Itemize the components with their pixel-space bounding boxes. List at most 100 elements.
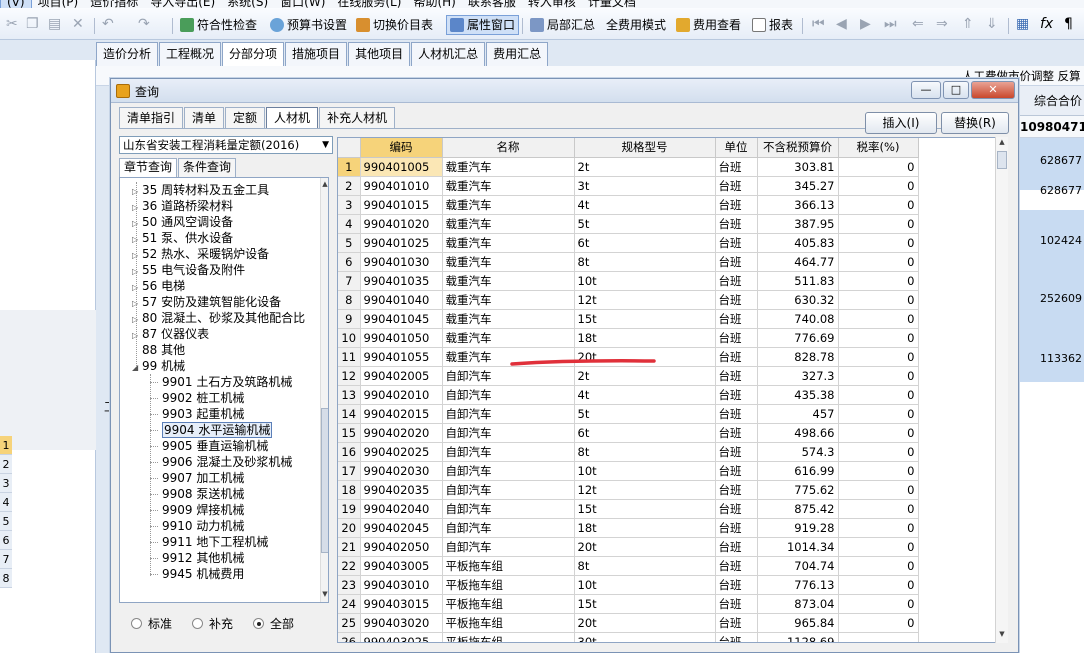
- table-cell[interactable]: 387.95: [757, 214, 839, 234]
- table-cell[interactable]: 990401030: [360, 252, 443, 272]
- table-row[interactable]: 18 990402035 自卸汽车 12t 台班 775.62 0: [338, 480, 919, 500]
- table-cell[interactable]: 台班: [715, 518, 758, 538]
- table-cell[interactable]: 载重汽车: [442, 214, 575, 234]
- table-cell[interactable]: 776.13: [757, 575, 839, 595]
- table-cell[interactable]: 18t: [574, 328, 716, 348]
- table-cell[interactable]: 740.08: [757, 309, 839, 329]
- dialog-titlebar[interactable]: 查询 — □ ✕: [111, 79, 1018, 103]
- table-row[interactable]: 8 990401040 载重汽车 12t 台班 630.32 0: [338, 290, 919, 310]
- menu-item[interactable]: 导入导出(E): [144, 0, 221, 8]
- table-row[interactable]: 16 990402025 自卸汽车 8t 台班 574.3 0: [338, 442, 919, 462]
- table-cell[interactable]: 载重汽车: [442, 271, 575, 291]
- table-cell[interactable]: 台班: [715, 499, 758, 519]
- table-cell[interactable]: 0: [838, 461, 919, 481]
- table-cell[interactable]: 5t: [574, 404, 716, 424]
- menu-item[interactable]: 项目(P): [32, 0, 85, 8]
- menu-item[interactable]: (V): [0, 0, 32, 8]
- query-tab[interactable]: 清单: [184, 107, 225, 129]
- table-cell[interactable]: 台班: [715, 195, 758, 215]
- move-up-icon[interactable]: ⇑: [962, 16, 974, 32]
- table-row[interactable]: 14 990402015 自卸汽车 5t 台班 457 0: [338, 404, 919, 424]
- menu-item[interactable]: 系统(S): [221, 0, 274, 8]
- table-cell[interactable]: 0: [838, 423, 919, 443]
- column-header[interactable]: 不含税预算价: [757, 138, 839, 158]
- table-cell[interactable]: 990401055: [360, 347, 443, 367]
- table-cell[interactable]: 0: [838, 290, 919, 310]
- table-cell[interactable]: 990402045: [360, 518, 443, 538]
- scroll-down-icon[interactable]: ▼: [321, 590, 328, 598]
- table-row[interactable]: 20 990402045 自卸汽车 18t 台班 919.28 0: [338, 518, 919, 538]
- table-cell[interactable]: 台班: [715, 290, 758, 310]
- table-cell[interactable]: 990402025: [360, 442, 443, 462]
- table-cell[interactable]: 990401025: [360, 233, 443, 253]
- table-cell[interactable]: 自卸汽车: [442, 442, 575, 462]
- table-cell[interactable]: 台班: [715, 404, 758, 424]
- cut-icon[interactable]: ✂: [6, 16, 18, 32]
- table-cell[interactable]: 4t: [574, 195, 716, 215]
- table-cell[interactable]: 自卸汽车: [442, 461, 575, 481]
- table-cell[interactable]: 30t: [574, 632, 716, 642]
- tree-subcategory[interactable]: 9908 泵送机械: [162, 486, 244, 502]
- table-cell[interactable]: 990402030: [360, 461, 443, 481]
- table-cell[interactable]: 0: [838, 214, 919, 234]
- table-cell[interactable]: 载重汽车: [442, 252, 575, 272]
- table-cell[interactable]: 345.27: [757, 176, 839, 196]
- tree-subcategory[interactable]: 9904 水平运输机械: [162, 422, 273, 438]
- insert-button[interactable]: 插入(I): [865, 112, 937, 134]
- collapse-icon[interactable]: ◢: [132, 360, 142, 376]
- scroll-up-icon[interactable]: ▲: [321, 180, 328, 188]
- query-tab[interactable]: 人材机: [266, 107, 319, 129]
- table-cell[interactable]: 自卸汽车: [442, 404, 575, 424]
- main-tab[interactable]: 分部分项: [222, 42, 285, 66]
- last-icon[interactable]: ⏭: [884, 16, 897, 32]
- table-cell[interactable]: 台班: [715, 613, 758, 633]
- menu-item[interactable]: 在线服务(L): [331, 0, 407, 8]
- tree-category[interactable]: ▷ 56 电梯: [132, 278, 185, 294]
- query-tab[interactable]: 清单指引: [119, 107, 184, 129]
- table-cell[interactable]: 0: [838, 575, 919, 595]
- table-cell[interactable]: 台班: [715, 442, 758, 462]
- table-row[interactable]: 3 990401015 载重汽车 4t 台班 366.13 0: [338, 195, 919, 215]
- menu-item[interactable]: 转入审核: [522, 0, 582, 8]
- table-cell[interactable]: 0: [838, 385, 919, 405]
- table-cell[interactable]: 自卸汽车: [442, 499, 575, 519]
- table-cell[interactable]: 台班: [715, 575, 758, 595]
- next-icon[interactable]: ▶: [860, 16, 871, 32]
- main-tab[interactable]: 其他项目: [348, 42, 411, 66]
- main-tab[interactable]: 工程概况: [159, 42, 222, 66]
- tree-category[interactable]: ▷ 55 电气设备及附件: [132, 262, 245, 278]
- column-header[interactable]: 税率(%): [838, 138, 919, 158]
- tree-subcategory[interactable]: 9945 机械费用: [162, 566, 244, 582]
- table-cell[interactable]: 0: [838, 195, 919, 215]
- table-cell[interactable]: 0: [838, 499, 919, 519]
- table-cell[interactable]: 0: [838, 176, 919, 196]
- table-row[interactable]: 4 990401020 载重汽车 5t 台班 387.95 0: [338, 214, 919, 234]
- formula-icon[interactable]: fx: [1040, 16, 1053, 32]
- menu-item[interactable]: 窗口(W): [274, 0, 331, 8]
- table-cell[interactable]: 0: [838, 537, 919, 557]
- table-row[interactable]: 17 990402030 自卸汽车 10t 台班 616.99 0: [338, 461, 919, 481]
- table-cell[interactable]: 台班: [715, 537, 758, 557]
- tree-category[interactable]: ▷ 50 通风空调设备: [132, 214, 233, 230]
- tree-category[interactable]: ▷ 51 泵、供水设备: [132, 230, 233, 246]
- table-cell[interactable]: 574.3: [757, 442, 839, 462]
- delete-icon[interactable]: ✕: [72, 16, 84, 32]
- table-cell[interactable]: 875.42: [757, 499, 839, 519]
- table-cell[interactable]: 327.3: [757, 366, 839, 386]
- menu-item[interactable]: 联系客服: [462, 0, 522, 8]
- table-cell[interactable]: 0: [838, 556, 919, 576]
- tree-category[interactable]: ▷ 52 热水、采暖锅炉设备: [132, 246, 269, 262]
- table-cell[interactable]: 台班: [715, 556, 758, 576]
- table-cell[interactable]: 990401035: [360, 271, 443, 291]
- move-right-icon[interactable]: ⇒: [936, 16, 948, 32]
- tree-category[interactable]: ◢ 99 机械: [132, 358, 185, 374]
- table-cell[interactable]: 0: [838, 252, 919, 272]
- table-cell[interactable]: 0: [838, 404, 919, 424]
- budget-setting-button[interactable]: 预算书设置: [270, 15, 347, 35]
- table-cell[interactable]: 990401015: [360, 195, 443, 215]
- undo-icon[interactable]: ↶: [102, 16, 114, 32]
- main-tab[interactable]: 费用汇总: [486, 42, 549, 66]
- column-header[interactable]: 单位: [715, 138, 758, 158]
- tree-category[interactable]: 88 其他: [132, 342, 185, 358]
- paragraph-icon[interactable]: ¶: [1064, 16, 1073, 32]
